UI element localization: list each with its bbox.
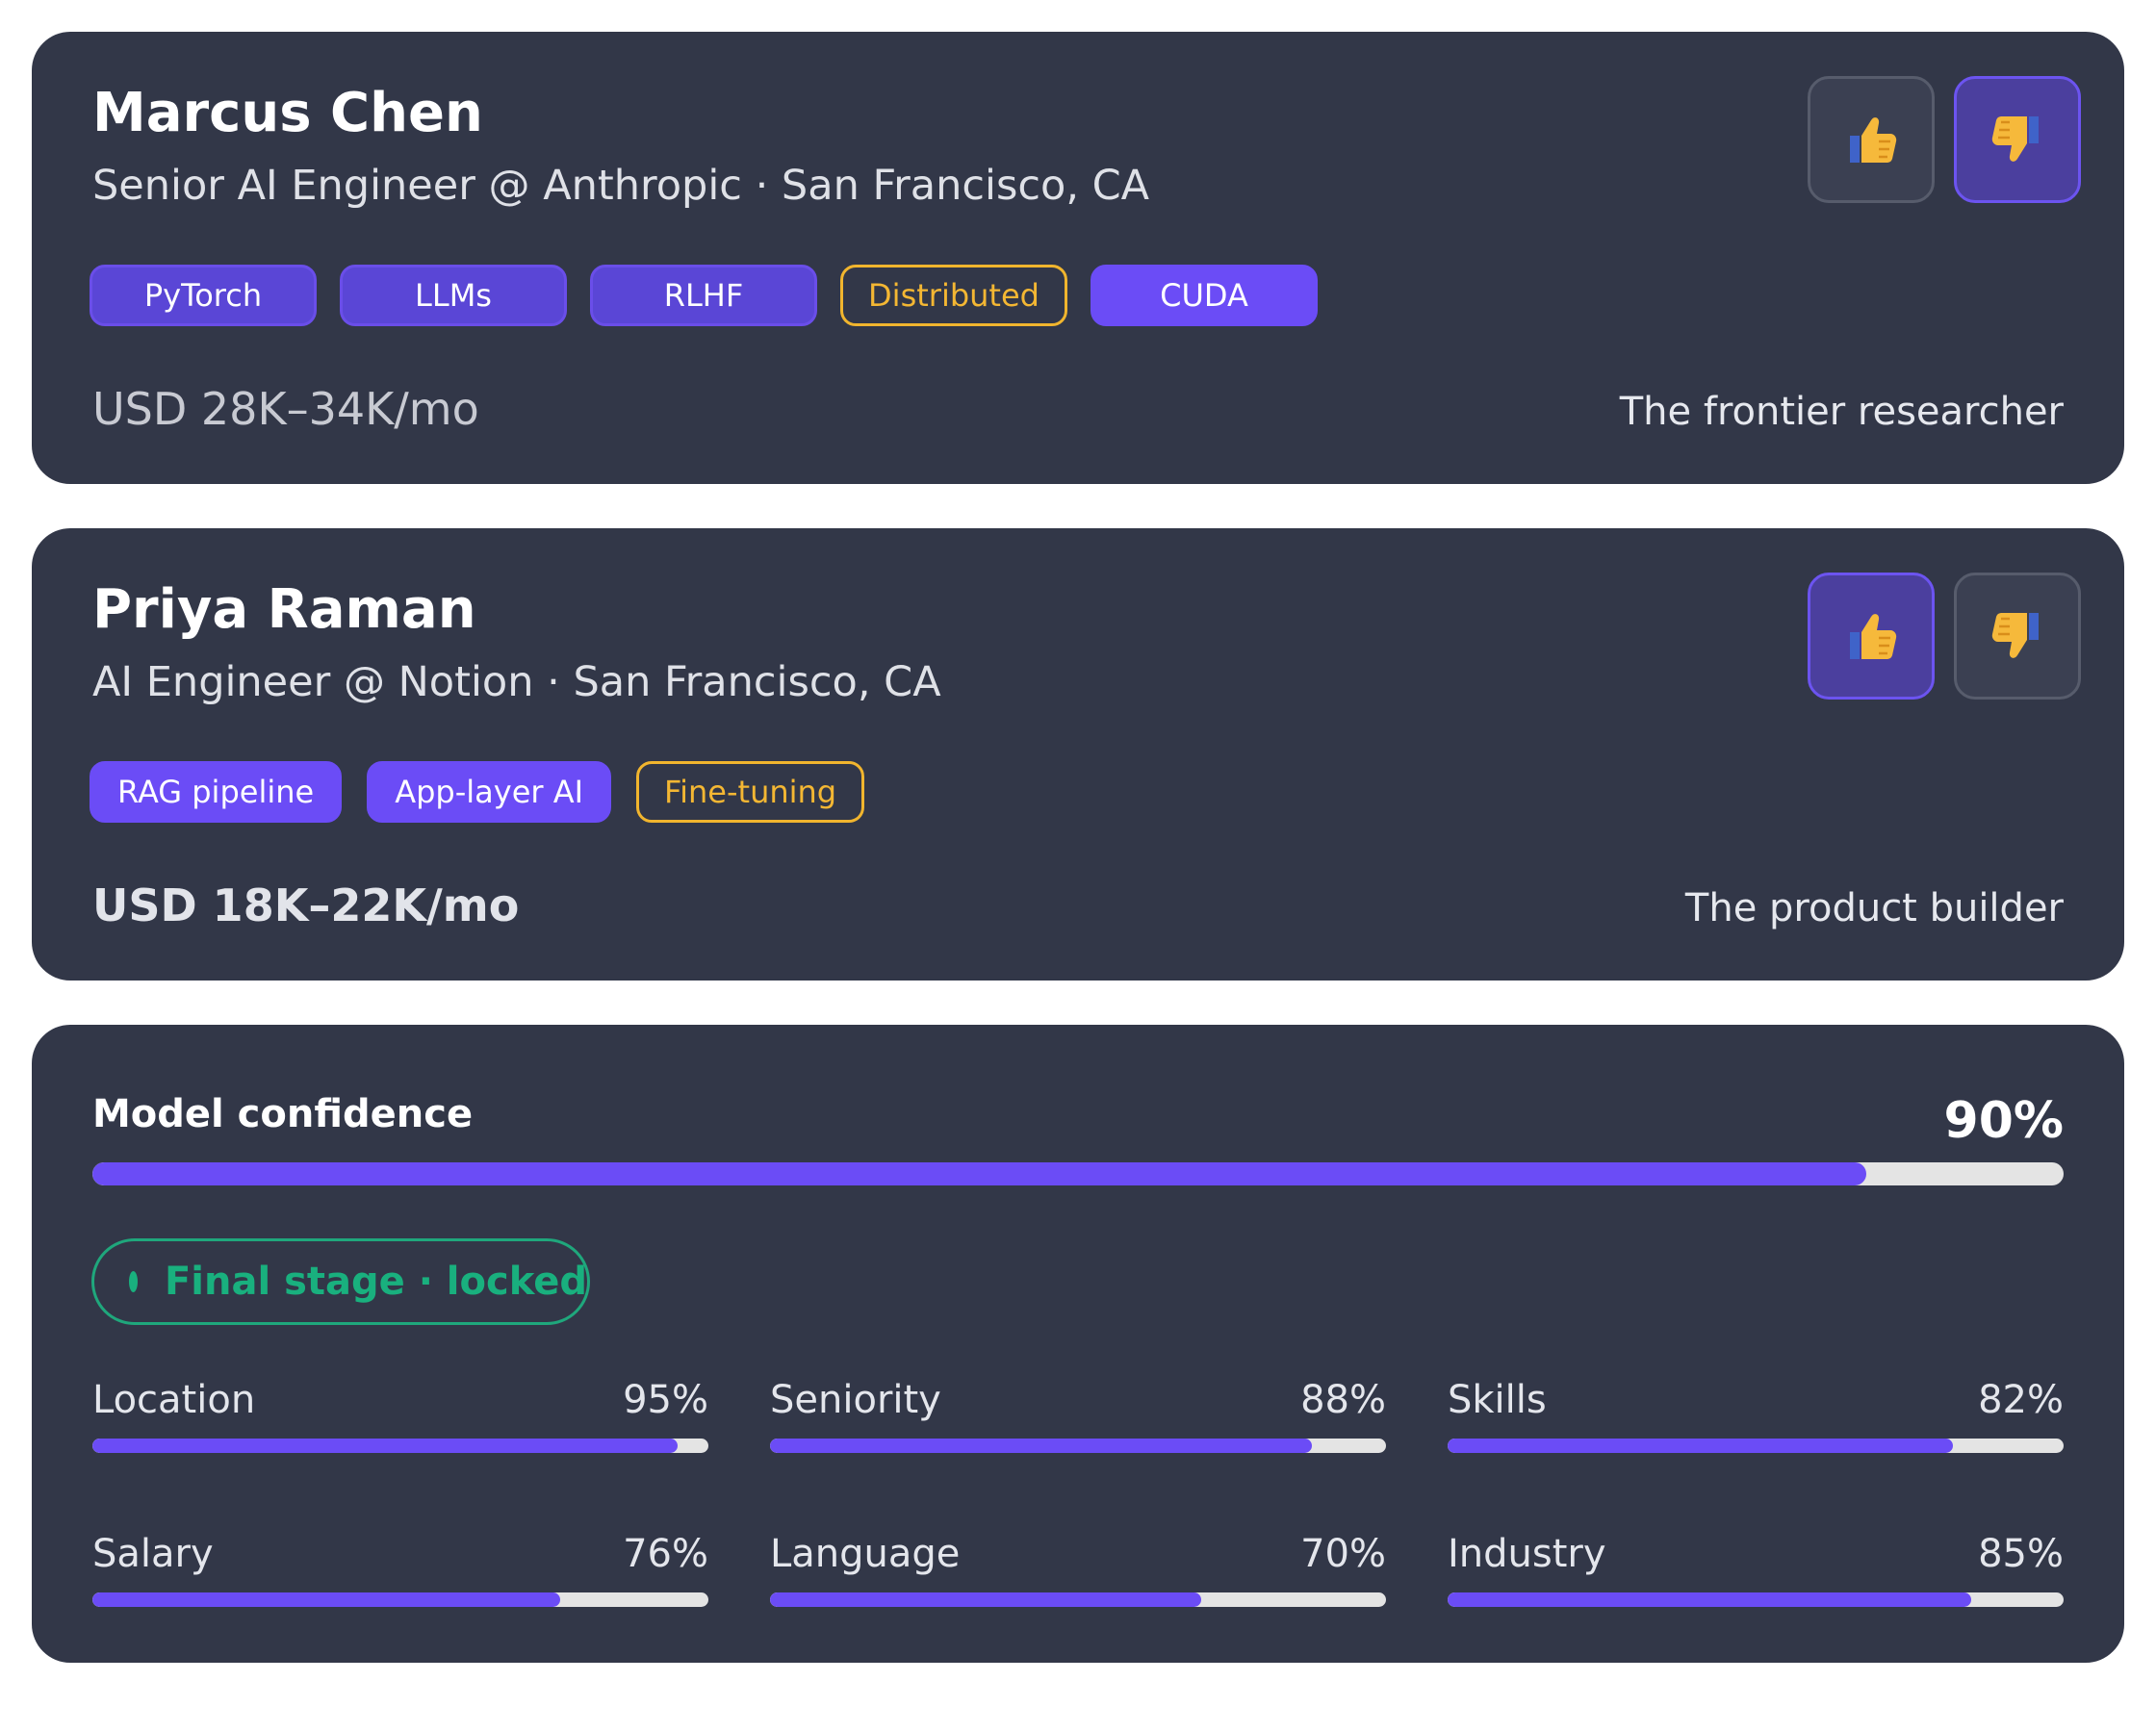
thumbs-down-button[interactable] [1954, 573, 2081, 700]
metric-value: 76% [623, 1532, 708, 1576]
thumbs-up-icon [1850, 614, 1897, 659]
skill-tag: CUDA [1091, 265, 1318, 326]
metric-progress-bar [92, 1439, 708, 1453]
thumbs-up-button[interactable] [1808, 573, 1935, 700]
metric-progress-fill [1448, 1439, 1953, 1453]
skill-tag: PyTorch [90, 265, 317, 326]
metric-progress-bar [770, 1439, 1386, 1453]
metric-progress-fill [92, 1592, 561, 1607]
metric-label: Location [92, 1378, 256, 1422]
metric-value: 85% [1978, 1532, 2064, 1576]
skill-tag: RAG pipeline [90, 761, 343, 823]
metric-label: Skills [1448, 1378, 1547, 1422]
model-confidence-card: Model confidence 90% Final stage · locke… [32, 1025, 2124, 1663]
persona-label: The frontier researcher [1619, 390, 2064, 434]
skill-tags: RAG pipeline App-layer AI Fine-tuning [90, 761, 865, 823]
skill-tag: App-layer AI [367, 761, 612, 823]
thumbs-up-button[interactable] [1808, 76, 1935, 203]
stage-status-badge: Final stage · locked [91, 1238, 590, 1325]
candidate-card: Marcus Chen Senior AI Engineer @ Anthrop… [32, 32, 2124, 484]
thumbs-up-icon [1850, 117, 1897, 163]
salary-range: USD 18K–22K/mo [92, 879, 520, 931]
confidence-title: Model confidence [92, 1092, 474, 1136]
metric-progress-bar [1448, 1439, 2064, 1453]
skill-tag: RLHF [590, 265, 817, 326]
stage-status-label: Final stage · locked [164, 1260, 587, 1304]
metric-value: 95% [623, 1378, 708, 1422]
metric-value: 70% [1300, 1532, 1386, 1576]
metric-seniority: Seniority 88% [770, 1378, 1386, 1455]
metric-label: Language [770, 1532, 961, 1576]
metric-value: 82% [1978, 1378, 2064, 1422]
metric-progress-fill [770, 1592, 1201, 1607]
metric-progress-bar [770, 1592, 1386, 1607]
metric-label: Salary [92, 1532, 214, 1576]
metric-progress-fill [1448, 1592, 1971, 1607]
persona-label: The product builder [1684, 886, 2064, 930]
metric-value: 88% [1300, 1378, 1386, 1422]
skill-tag: Distributed [840, 265, 1067, 326]
metric-progress-fill [770, 1439, 1313, 1453]
metric-salary: Salary 76% [92, 1532, 708, 1609]
metric-industry: Industry 85% [1448, 1532, 2064, 1609]
confidence-value: 90% [1943, 1092, 2064, 1150]
metric-progress-bar [92, 1592, 708, 1607]
candidate-name: Priya Raman [92, 578, 476, 641]
thumbs-down-icon [1991, 116, 2039, 162]
confidence-progress-bar [92, 1162, 2064, 1185]
candidate-card: Priya Raman AI Engineer @ Notion · San F… [32, 528, 2124, 981]
metric-progress-bar [1448, 1592, 2064, 1607]
skill-tags: PyTorch LLMs RLHF Distributed CUDA [90, 265, 1318, 326]
salary-range: USD 28K–34K/mo [92, 383, 479, 435]
metric-label: Industry [1448, 1532, 1606, 1576]
thumbs-down-button[interactable] [1954, 76, 2081, 203]
status-dot-icon [129, 1271, 138, 1292]
metric-label: Seniority [770, 1378, 941, 1422]
candidate-role-location: AI Engineer @ Notion · San Francisco, CA [92, 658, 941, 706]
metric-location: Location 95% [92, 1378, 708, 1455]
confidence-progress-fill [92, 1162, 1867, 1185]
candidate-role-location: Senior AI Engineer @ Anthropic · San Fra… [92, 162, 1150, 210]
metric-language: Language 70% [770, 1532, 1386, 1609]
skill-tag: LLMs [340, 265, 567, 326]
thumbs-down-icon [1991, 613, 2039, 658]
candidate-name: Marcus Chen [92, 82, 483, 144]
metric-progress-fill [92, 1439, 678, 1453]
skill-tag: Fine-tuning [636, 761, 865, 823]
metric-skills: Skills 82% [1448, 1378, 2064, 1455]
